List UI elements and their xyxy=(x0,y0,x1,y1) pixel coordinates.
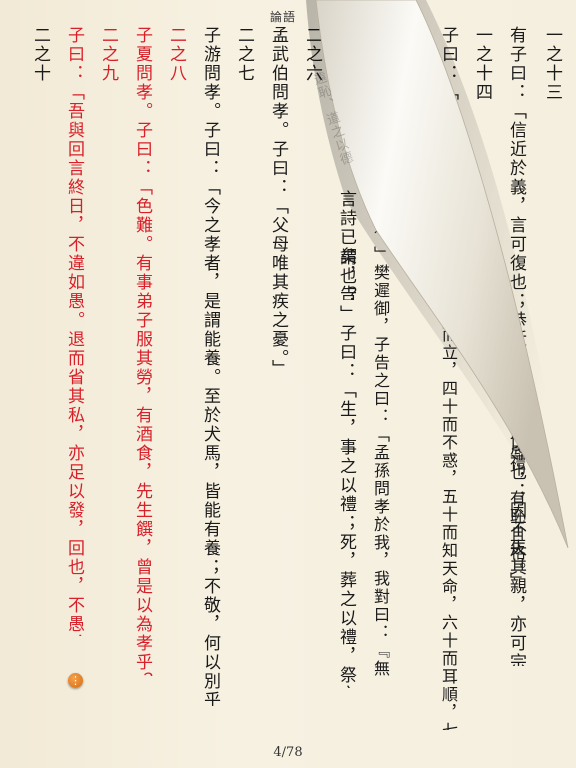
more-menu-button[interactable]: ⋮ xyxy=(68,673,83,688)
section-heading-1-15: 一之十五 xyxy=(404,26,424,102)
reader-page[interactable]: 論語 一之十三 有子曰：「信近於義，言可復也；恭近於禮，遠恥辱也；因不失其親，亦… xyxy=(0,0,576,768)
text-column-2-9: 子曰：「吾與回言終日，不違如愚。退而省其私，亦足以發，回也，不愚！」 xyxy=(64,26,84,636)
section-heading-1-14: 一之十四 xyxy=(472,26,492,102)
book-title: 論語 xyxy=(270,10,297,24)
text-column-2-4: 二十而立，四十而不惑，五十而知天命，六十而耳順，七十 xyxy=(439,290,458,730)
text-column-2-7: 子游問孝。子曰：「今之孝者，是謂能養。至於犬馬，皆能有養；不敬，何以別乎？」 xyxy=(200,26,220,706)
section-heading-2-9: 二之九 xyxy=(98,26,118,83)
section-heading-1-13: 一之十三 xyxy=(542,26,562,102)
text-column-2-5b: 謂也？」子曰：「生，事之以禮；死，葬之以禮，祭之以禮。」 xyxy=(336,248,356,688)
page-indicator: 4/78 xyxy=(273,745,303,760)
section-heading-2-10: 二之十 xyxy=(30,26,50,83)
section-heading-2-8: 二之八 xyxy=(166,26,186,83)
text-column-2-5: 無違。」樊遲御，子告之曰：「孟孫問孝於我，我對曰：『無 xyxy=(371,200,390,678)
text-column-2-6: 孟武伯問孝。子曰：「父母唯其疾之憂。」 xyxy=(268,26,288,379)
text-column-1-14: 子曰：「君子食無求飽，居無求安，敏於事而慎於言，就有道而正焉，可謂好學也已。」 xyxy=(432,26,464,286)
text-column-1-15: 子貢曰：「貧而無諂，富而無驕，何如？」子曰：「可也；未若貧而樂，富而好禮者也。」 xyxy=(364,26,396,156)
text-column-2-3: 齊之以禮，有恥且格。」 xyxy=(507,400,526,590)
text-column-2-8: 子夏問孝。子曰：「色難。有事弟子服其勞，有酒食，先生饌，曾是以為孝乎？」 xyxy=(132,26,152,676)
more-dots-icon: ⋮ xyxy=(70,674,81,687)
section-heading-2-7: 二之七 xyxy=(234,26,254,83)
